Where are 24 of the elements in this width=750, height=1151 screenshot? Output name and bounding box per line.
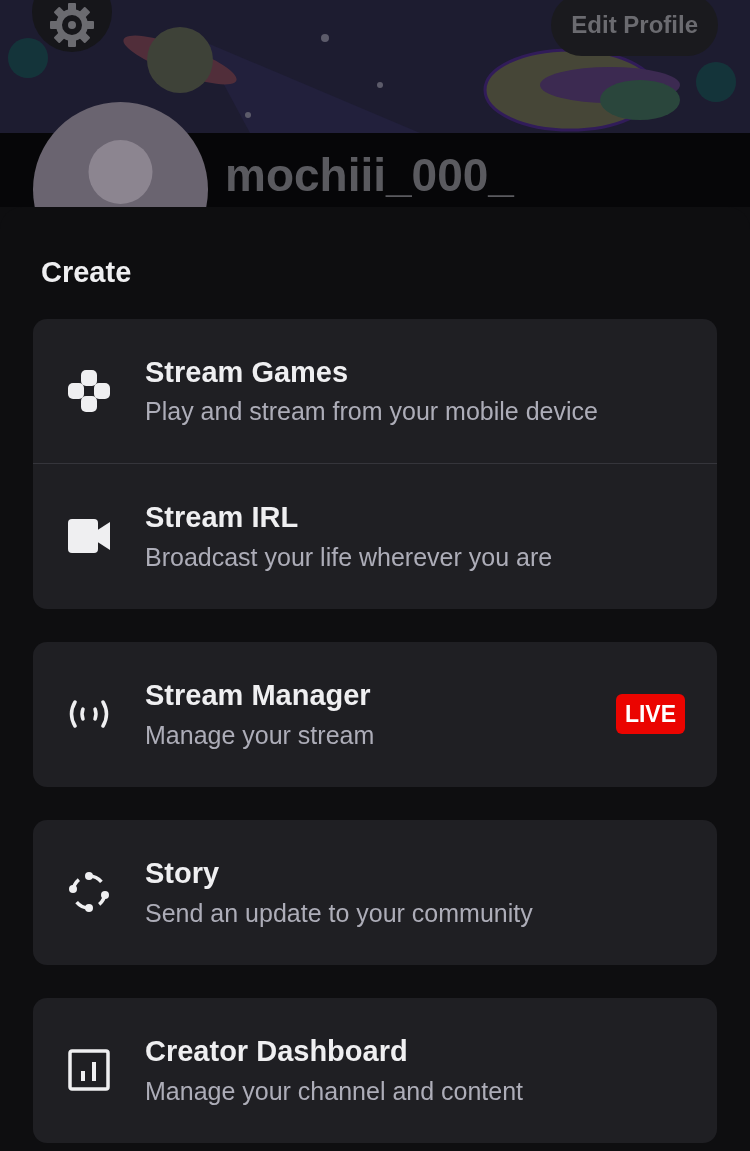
item-description: Broadcast your life wherever you are [145, 541, 554, 573]
menu-item[interactable]: Stream Games Play and stream from your mobile device [33, 318, 717, 464]
story-icon [68, 871, 110, 913]
item-title: Stream IRL [145, 500, 300, 536]
item-description: Play and stream from your mobile device [145, 396, 599, 427]
bar-chart-icon [68, 1049, 110, 1091]
live-badge: LIVE [615, 693, 685, 735]
item-title: Creator Dashboard [145, 1034, 409, 1070]
gamepad-icon [68, 369, 110, 412]
section-title: Create [41, 255, 133, 290]
settings-icon [50, 3, 94, 47]
item-title: Story [145, 856, 221, 892]
item-description: Manage your stream [145, 719, 376, 751]
menu-item[interactable]: Creator Dashboard Manage your channel and content [33, 997, 717, 1143]
broadcast-icon [68, 700, 110, 728]
username: mochiii_000_ [225, 152, 514, 198]
item-title: Stream Games [145, 354, 350, 390]
video-camera-icon [68, 519, 110, 553]
menu-item[interactable]: Story Send an update to your community [33, 819, 717, 965]
item-title: Stream Manager [145, 678, 372, 714]
item-description: Send an update to your community [145, 897, 534, 929]
menu-item[interactable]: Stream IRL Broadcast your life wherever you are [33, 463, 717, 609]
menu-item[interactable]: Stream Manager Manage your stream LIVE [33, 641, 717, 787]
item-description: Manage your channel and content [145, 1075, 525, 1107]
